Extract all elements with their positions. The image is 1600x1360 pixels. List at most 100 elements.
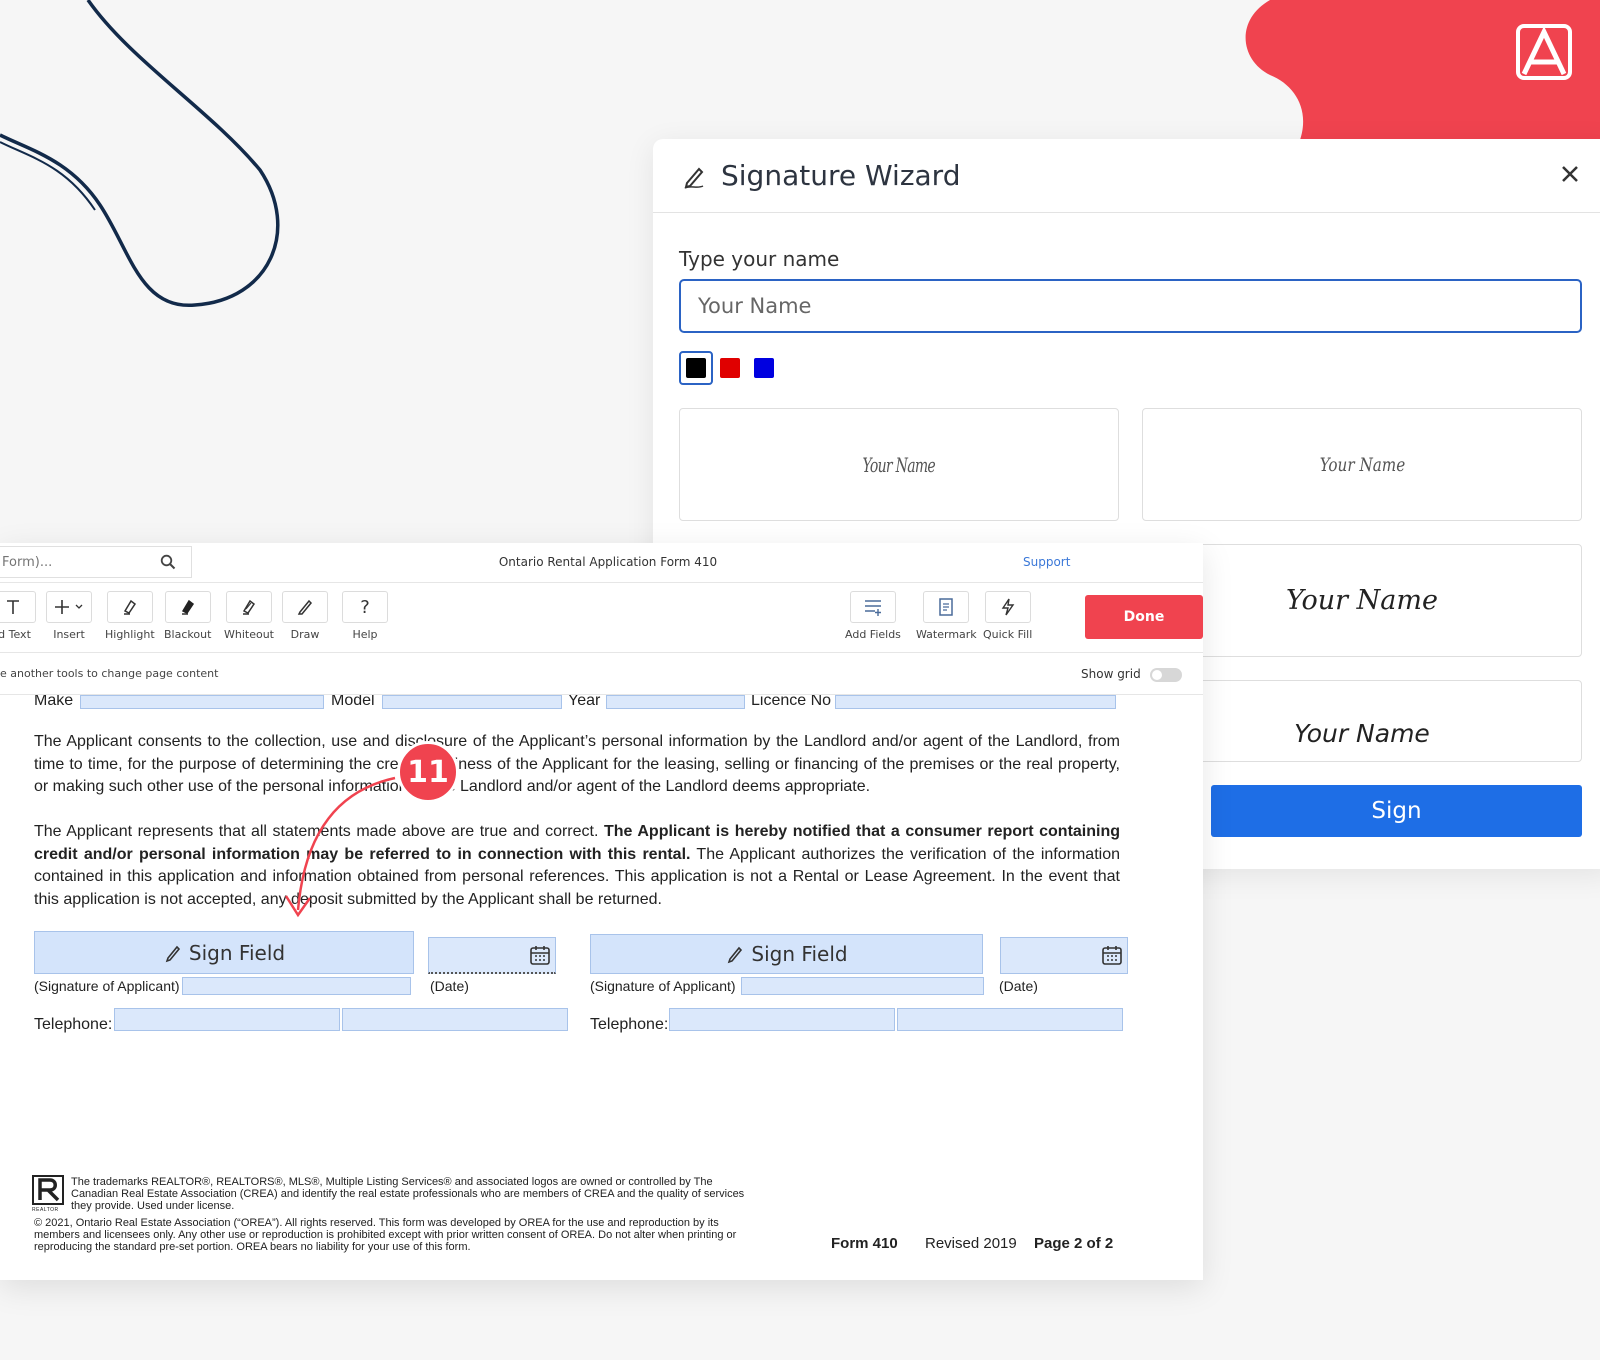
- whiteout-icon: [226, 591, 272, 623]
- tool-label: Highlight: [105, 628, 155, 641]
- tool-label: Insert: [53, 628, 85, 641]
- tool-add-text[interactable]: ld Text: [0, 591, 36, 641]
- document-page: Make Model Year Licence No The Applicant…: [0, 695, 1203, 1280]
- sign-field-label: Sign Field: [751, 942, 848, 966]
- telephone-field-1a[interactable]: [114, 1008, 340, 1031]
- copyright-notice: © 2021, Ontario Real Estate Association …: [34, 1217, 737, 1253]
- support-link[interactable]: Support: [1023, 555, 1070, 569]
- licence-label: Licence No: [751, 695, 832, 709]
- tool-label: ld Text: [0, 628, 31, 641]
- calendar-icon[interactable]: [529, 944, 551, 966]
- tool-blackout[interactable]: Blackout: [164, 591, 211, 641]
- date-caption: (Date): [430, 978, 469, 994]
- telephone-field-2a[interactable]: [669, 1008, 895, 1031]
- editor-topbar: Ontario Rental Application Form 410 Supp…: [0, 543, 1203, 583]
- close-icon[interactable]: [1553, 157, 1587, 191]
- highlight-icon: [106, 591, 153, 623]
- quick-fill-icon: [984, 591, 1031, 623]
- plus-icon: [46, 591, 92, 623]
- sign-field-applicant-2[interactable]: Sign Field: [590, 934, 983, 974]
- tool-label: Add Fields: [845, 628, 901, 641]
- draw-icon: [282, 591, 328, 623]
- make-label: Make: [34, 695, 74, 709]
- date-field-1[interactable]: [428, 937, 556, 974]
- pdf-editor-window: Ontario Rental Application Form 410 Supp…: [0, 543, 1203, 1280]
- decorative-red-blob: [1245, 0, 1600, 140]
- pen-icon: [165, 945, 180, 962]
- sign-field-label: Sign Field: [188, 940, 286, 965]
- tool-whiteout[interactable]: Whiteout: [224, 591, 274, 641]
- signature-preview: Your Name: [1319, 453, 1405, 476]
- tool-draw[interactable]: Draw: [282, 591, 328, 641]
- wizard-title: Signature Wizard: [721, 159, 961, 192]
- wizard-header: Signature Wizard: [653, 139, 1600, 213]
- realtor-logo-caption: REALTOR: [32, 1207, 59, 1213]
- tool-label: Whiteout: [224, 628, 274, 641]
- sign-field-applicant-1[interactable]: Sign Field: [34, 931, 414, 974]
- form-number: Form 410: [831, 1235, 898, 1252]
- sign-button[interactable]: Sign: [1211, 785, 1582, 837]
- model-field[interactable]: [382, 695, 562, 709]
- tool-help[interactable]: ? Help: [342, 591, 388, 641]
- signature-style-option[interactable]: Your Name: [1142, 680, 1582, 762]
- representation-paragraph: The Applicant represents that all statem…: [34, 821, 1120, 911]
- tool-label: Blackout: [164, 628, 212, 641]
- tool-add-fields[interactable]: Add Fields: [845, 591, 901, 641]
- signature-preview: Your Name: [862, 452, 936, 477]
- telephone-field-1b[interactable]: [342, 1008, 568, 1031]
- telephone-field-2b[interactable]: [897, 1008, 1123, 1031]
- tool-highlight[interactable]: Highlight: [105, 591, 155, 641]
- signature-style-option[interactable]: Your Name: [1142, 408, 1582, 521]
- revised-date: Revised 2019: [925, 1235, 1017, 1252]
- blackout-icon: [164, 591, 211, 623]
- tool-insert[interactable]: Insert: [46, 591, 92, 641]
- pen-icon: [728, 946, 743, 964]
- watermark-icon: [923, 591, 970, 623]
- make-field[interactable]: [80, 695, 324, 709]
- tool-label: Help: [352, 628, 378, 641]
- licence-field[interactable]: [835, 695, 1116, 709]
- done-button[interactable]: Done: [1085, 595, 1203, 639]
- page-indicator: Page 2 of 2: [1034, 1235, 1114, 1252]
- show-grid-toggle[interactable]: [1150, 668, 1182, 682]
- signature-preview: Your Name: [1286, 585, 1438, 616]
- applicant-name-field-1[interactable]: [182, 977, 411, 995]
- pdf-logo-icon: [1516, 24, 1572, 80]
- tool-watermark[interactable]: Watermark: [916, 591, 977, 641]
- help-icon: ?: [342, 591, 388, 623]
- signature-caption: (Signature of Applicant): [34, 978, 180, 994]
- editor-toolbar: ld Text Insert Highlight Blackout Whiteo…: [0, 583, 1203, 653]
- tool-quick-fill[interactable]: Quick Fill: [983, 591, 1032, 641]
- pen-icon: [684, 167, 704, 189]
- tool-label: Draw: [290, 628, 320, 641]
- step-badge: 11: [397, 741, 459, 803]
- representation-text: The Applicant represents that all statem…: [34, 823, 604, 840]
- signature-style-option[interactable]: Your Name: [679, 408, 1119, 521]
- year-label: Year: [568, 695, 601, 709]
- color-swatch-blue[interactable]: [747, 351, 781, 385]
- date-field-2[interactable]: [1000, 937, 1128, 974]
- hint-text: e another tools to change page content: [0, 667, 219, 680]
- applicant-name-field-2[interactable]: [741, 977, 984, 995]
- tool-label: Watermark: [916, 628, 977, 641]
- hint-bar: e another tools to change page content S…: [0, 653, 1203, 695]
- show-grid-label: Show grid: [1081, 667, 1141, 681]
- consent-paragraph: The Applicant consents to the collection…: [34, 733, 1120, 795]
- name-field-label: Type your name: [679, 247, 840, 271]
- text-icon: [0, 591, 36, 623]
- tool-label: Quick Fill: [983, 628, 1033, 641]
- add-fields-icon: [849, 591, 896, 623]
- signature-caption: (Signature of Applicant): [590, 978, 736, 994]
- calendar-icon[interactable]: [1101, 944, 1123, 966]
- signature-preview: Your Name: [1294, 719, 1430, 748]
- year-field[interactable]: [606, 695, 745, 709]
- telephone-label: Telephone:: [590, 1016, 669, 1033]
- name-input[interactable]: [679, 279, 1582, 333]
- color-swatch-red[interactable]: [713, 351, 747, 385]
- model-label: Model: [331, 695, 375, 709]
- telephone-label: Telephone:: [34, 1016, 113, 1033]
- date-caption: (Date): [999, 978, 1038, 994]
- trademark-notice: The trademarks REALTOR®, REALTORS®, MLS®…: [71, 1176, 745, 1212]
- decorative-curve: [0, 0, 280, 307]
- color-swatch-black[interactable]: [679, 351, 713, 385]
